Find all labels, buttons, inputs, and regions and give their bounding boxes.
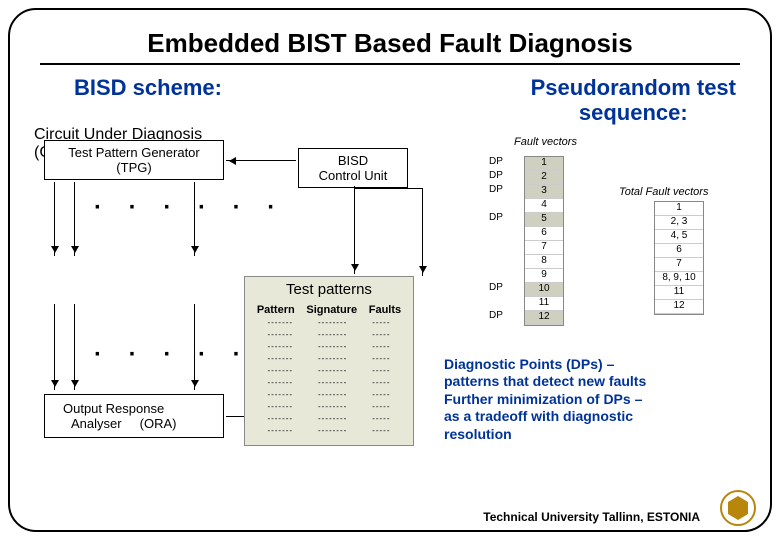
footer-text: Technical University Tallinn, ESTONIA (483, 510, 700, 524)
desc-l4: as a tradeoff with diagnostic (444, 408, 734, 426)
fault-vectors-box: Fault vectors Total Fault vectors 1 2 3 … (434, 136, 734, 336)
fv-col: 1 2 3 4 5 6 7 8 9 10 11 12 (524, 156, 564, 326)
dots-row-1: · · · · · · (94, 194, 285, 222)
line-top-h (354, 188, 422, 189)
arrow-bisd-down (354, 186, 355, 274)
tp-title: Test patterns (245, 281, 413, 298)
desc-l2: patterns that detect new faults (444, 373, 734, 391)
dp5: DP (489, 212, 503, 223)
dp10: DP (489, 282, 503, 293)
content-area: Test Pattern Generator (TPG) BISD Contro… (34, 126, 746, 486)
desc-l1: Diagnostic Points (DPs) – (444, 356, 734, 374)
left-heading: BISD scheme: (74, 75, 222, 126)
tp-h2: Signature (306, 304, 357, 316)
dp1: DP (489, 156, 503, 167)
line-right-down (422, 188, 423, 276)
dp2: DP (489, 170, 503, 181)
fv-rtitle: Total Fault vectors (619, 186, 708, 198)
fv-right-col: 1 2, 3 4, 5 6 7 8, 9, 10 11 12 (654, 201, 704, 315)
arrow-bisd-to-tpg (226, 160, 296, 161)
right-heading-l2: sequence: (531, 100, 736, 125)
dp3: DP (489, 184, 503, 195)
tp-header: Pattern Signature Faults (245, 304, 413, 316)
right-heading-l1: Pseudorandom test (531, 75, 736, 100)
slide-title: Embedded BIST Based Fault Diagnosis (34, 28, 746, 59)
description: Diagnostic Points (DPs) – patterns that … (444, 356, 734, 444)
tpg-line1: Test Pattern Generator (53, 145, 215, 160)
ora-line1: Output Response (53, 401, 215, 416)
bisd-line2: Control Unit (307, 168, 399, 183)
bisd-line1: BISD (307, 153, 399, 168)
university-logo-icon (720, 490, 756, 526)
desc-l5: resolution (444, 426, 734, 444)
tp-h3: Faults (369, 304, 401, 316)
bisd-box: BISD Control Unit (298, 148, 408, 188)
right-heading: Pseudorandom test sequence: (531, 75, 736, 126)
slide-frame: Embedded BIST Based Fault Diagnosis BISD… (8, 8, 772, 532)
dp12: DP (489, 310, 503, 321)
desc-l3: Further minimization of DPs – (444, 391, 734, 409)
test-patterns-box: Test patterns Pattern Signature Faults -… (244, 276, 414, 446)
fv-title: Fault vectors (514, 136, 577, 148)
ora-line2: Analyser (ORA) (53, 416, 215, 431)
tpg-box: Test Pattern Generator (TPG) (44, 140, 224, 180)
divider (40, 63, 740, 65)
tp-rows: -------------------- -------------------… (245, 316, 413, 440)
headers-row: BISD scheme: Pseudorandom test sequence: (34, 75, 746, 126)
tp-h1: Pattern (257, 304, 295, 316)
tpg-line2: (TPG) (53, 160, 215, 175)
ora-box: Output Response Analyser (ORA) (44, 394, 224, 438)
